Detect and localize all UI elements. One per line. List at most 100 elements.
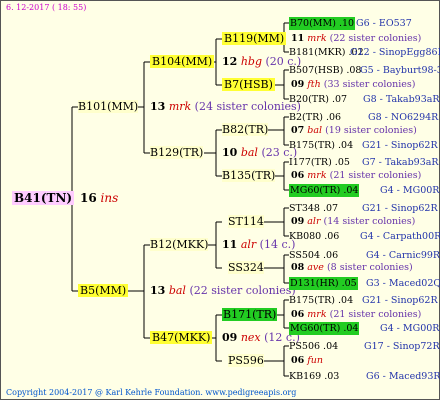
gen3-a-sister: (22 sister colonies): [329, 33, 422, 44]
gen3-info-h: 06 fun: [291, 354, 323, 367]
gen1-a-col: mrk: [168, 100, 192, 113]
gen3-g-num: 06: [291, 309, 305, 320]
gen3-c-sister: (19 sister colonies): [325, 125, 417, 136]
gen3-h-num: 06: [291, 355, 305, 366]
gen1-info-b: 13 bal (22 sister colonies): [150, 284, 296, 297]
gen4-id-13[interactable]: MG60(TR) .04: [289, 322, 360, 335]
gen3-f-sister: (8 sister colonies): [326, 262, 413, 273]
gen3-node-a[interactable]: B119(MM): [222, 32, 287, 45]
gen3-f-col: ave: [307, 262, 324, 273]
gen1-node-a[interactable]: B101(MM): [78, 100, 139, 113]
gen3-node-c[interactable]: B82(TR): [222, 123, 269, 136]
gen2-d-col: nex: [240, 331, 261, 344]
gen3-h-col: fun: [307, 355, 324, 366]
gen2-node-a[interactable]: B104(MM): [150, 55, 215, 68]
gen2-a-col: hbg: [240, 55, 262, 68]
gen4-id-14[interactable]: PS506 .04: [289, 340, 338, 353]
gen3-node-d[interactable]: B135(TR): [222, 169, 276, 182]
gen4-ref-8: G21 - Sinop62R: [362, 203, 438, 214]
gen2-d-num: 09: [222, 331, 238, 344]
gen4-ref-10: G4 - Carnic99R: [366, 250, 440, 261]
gen3-b-sister: (33 sister colonies): [323, 79, 416, 90]
gen4-ref-0: G6 - EO537: [356, 18, 412, 29]
gen1-a-sister: (24 sister colonies): [194, 100, 301, 113]
gen1-node-b[interactable]: B5(MM): [78, 284, 129, 297]
gen1-b-col: bal: [168, 284, 186, 297]
gen3-a-num: 11: [291, 33, 305, 44]
gen3-e-sister: (14 sister colonies): [323, 216, 416, 227]
gen4-ref-2: G5 - Bayburt98-3: [360, 65, 440, 76]
gen3-node-h[interactable]: PS596: [228, 354, 264, 367]
gen3-d-num: 06: [291, 170, 305, 181]
gen3-info-f: 08 ave (8 sister colonies): [291, 261, 413, 274]
gen4-ref-9: G4 - Carpath00R: [360, 231, 440, 242]
root-id: B41(TN): [12, 191, 75, 205]
gen4-id-5[interactable]: B175(TR) .04: [289, 139, 353, 152]
gen2-a-num: 12: [222, 55, 238, 68]
gen4-ref-14: G17 - Sinop72R: [364, 341, 440, 352]
gen4-id-11[interactable]: D131(HR) .05: [289, 277, 358, 290]
gen3-node-g[interactable]: B171(TR): [222, 308, 278, 321]
gen4-id-3[interactable]: B20(TR) .07: [289, 93, 347, 106]
root-num: 16: [80, 191, 97, 205]
gen4-id-2[interactable]: B507(HSB) .08: [289, 64, 361, 77]
gen4-id-0[interactable]: B70(MM) .10: [289, 17, 356, 30]
gen4-ref-7: G4 - MG00R: [380, 185, 440, 196]
gen3-c-col: bal: [307, 125, 323, 136]
gen1-info-a: 13 mrk (24 sister colonies): [150, 100, 301, 113]
gen3-node-e[interactable]: ST114: [228, 215, 264, 228]
gen3-b-num: 09: [291, 79, 305, 90]
gen3-d-sister: (21 sister colonies): [329, 170, 422, 181]
gen3-a-col: mrk: [307, 33, 327, 44]
gen4-id-12[interactable]: B175(TR) .04: [289, 294, 353, 307]
copyright-footer: Copyright 2004-2017 @ Karl Kehrle Founda…: [6, 388, 297, 397]
gen4-id-7[interactable]: MG60(TR) .04: [289, 184, 360, 197]
gen4-id-4[interactable]: B2(TR) .06: [289, 111, 341, 124]
gen3-node-b[interactable]: B7(HSB): [222, 78, 275, 91]
root-info: 16 ins: [80, 192, 118, 205]
root-node[interactable]: B41(TN): [12, 191, 75, 205]
gen4-ref-3: G8 - Takab93aR: [363, 94, 440, 105]
gen4-id-8[interactable]: ST348 .07: [289, 202, 338, 215]
gen4-ref-11: G3 - Maced02Q: [366, 278, 440, 289]
gen1-b-num: 13: [150, 284, 166, 297]
gen4-id-6[interactable]: I177(TR) .05: [289, 156, 350, 169]
gen3-info-b: 09 fth (33 sister colonies): [291, 78, 416, 91]
gen3-f-num: 08: [291, 262, 305, 273]
gen2-node-d[interactable]: B47(MKK): [150, 331, 213, 344]
gen2-node-b[interactable]: B129(TR): [150, 146, 204, 159]
gen4-id-15[interactable]: KB169 .03: [289, 370, 339, 383]
gen4-ref-13: G4 - MG00R: [380, 323, 440, 334]
gen3-c-num: 07: [291, 125, 305, 136]
gen3-info-g: 06 mrk (21 sister colonies): [291, 308, 421, 321]
timestamp: 6. 12-2017 ( 18: 55): [6, 3, 87, 12]
gen3-e-col: alr: [307, 216, 321, 227]
gen1-a-num: 13: [150, 100, 166, 113]
gen2-b-num: 10: [222, 146, 238, 159]
gen3-info-a: 11 mrk (22 sister colonies): [291, 32, 421, 45]
gen1-b-sister: (22 sister colonies): [189, 284, 296, 297]
gen3-info-e: 09 alr (14 sister colonies): [291, 215, 415, 228]
gen3-node-f[interactable]: SS324: [228, 261, 264, 274]
gen3-info-d: 06 mrk (21 sister colonies): [291, 169, 421, 182]
root-col: ins: [100, 191, 119, 205]
gen4-id-9[interactable]: KB080 .06: [289, 230, 339, 243]
gen2-c-num: 11: [222, 238, 238, 251]
gen4-ref-12: G21 - Sinop62R: [362, 295, 438, 306]
gen2-info-c: 11 alr (14 c.): [222, 238, 295, 251]
gen2-c-col: alr: [240, 238, 257, 251]
gen3-info-c: 07 bal (19 sister colonies): [291, 124, 417, 137]
gen4-id-10[interactable]: SS504 .06: [289, 249, 338, 262]
gen2-node-c[interactable]: B12(MKK): [150, 238, 209, 251]
gen3-d-col: mrk: [307, 170, 327, 181]
gen3-g-col: mrk: [307, 309, 327, 320]
gen3-g-sister: (21 sister colonies): [329, 309, 422, 320]
gen2-info-b: 10 bal (23 c.): [222, 146, 297, 159]
gen4-ref-4: G8 - NO6294R: [368, 112, 439, 123]
gen4-ref-1: G12 - SinopEgg86R: [350, 47, 440, 58]
gen2-b-col: bal: [240, 146, 258, 159]
gen3-e-num: 09: [291, 216, 305, 227]
gen4-ref-5: G21 - Sinop62R: [362, 140, 438, 151]
gen4-ref-15: G6 - Maced93R: [366, 371, 440, 382]
gen4-ref-6: G7 - Takab93aR: [362, 157, 439, 168]
